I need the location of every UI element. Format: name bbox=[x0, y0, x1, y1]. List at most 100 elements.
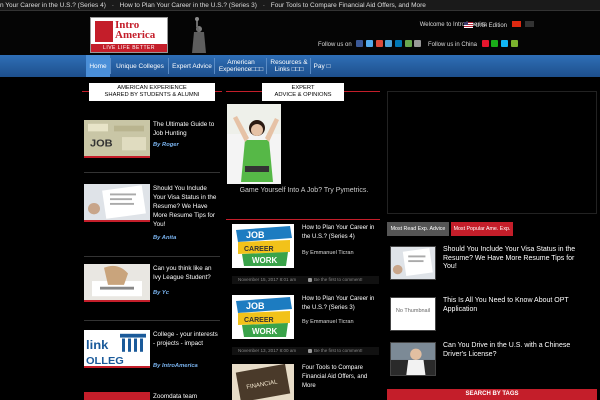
financial-aid-thumbnail: FINANCIAL bbox=[232, 364, 294, 400]
email-icon[interactable] bbox=[414, 40, 422, 47]
resume-thumbnail bbox=[390, 246, 436, 280]
svg-text:JOB: JOB bbox=[246, 230, 265, 240]
post-title[interactable]: The Ultimate Guide to Job Hunting bbox=[153, 120, 221, 138]
nav-american-experience[interactable]: American Experience□□□ bbox=[216, 55, 266, 77]
comment-icon bbox=[308, 349, 312, 353]
nav-divider bbox=[310, 58, 311, 74]
svg-text:CAREER: CAREER bbox=[244, 246, 274, 253]
wechat-icon[interactable] bbox=[491, 40, 499, 47]
post-title[interactable]: Should You Include Your Visa Status in t… bbox=[443, 246, 588, 272]
flag-separator-icon bbox=[525, 21, 534, 27]
post-author[interactable]: By IntroAmerica bbox=[153, 363, 198, 369]
comment-icon bbox=[308, 278, 312, 282]
statue-of-liberty-icon bbox=[192, 17, 206, 53]
list-item[interactable]: Can you think like an Ivy League Student… bbox=[84, 264, 220, 312]
post-thumbnail bbox=[84, 392, 150, 400]
college-thumbnail: link OLLEG bbox=[84, 330, 150, 368]
list-item[interactable]: Zoomdata team bbox=[84, 392, 220, 400]
nav-divider bbox=[214, 58, 215, 74]
douban-icon[interactable] bbox=[510, 40, 518, 47]
list-item[interactable]: JOB The Ultimate Guide to Job Hunting By… bbox=[84, 120, 220, 170]
tab-most-popular[interactable]: Most Popular Ame. Exp. bbox=[451, 222, 513, 236]
post-title[interactable]: This Is All You Need to Know About OPT A… bbox=[443, 297, 588, 314]
american-experience-heading: AMERICAN EXPERIENCE SHARED BY STUDENTS &… bbox=[89, 83, 215, 101]
post-author[interactable]: By Emmanuel Ticran bbox=[302, 319, 354, 325]
list-item[interactable]: JOB CAREER WORK How to Plan Your Career … bbox=[227, 220, 380, 284]
post-title[interactable]: College - your interests - projects - im… bbox=[153, 330, 221, 348]
us-edition-link[interactable]: U.S. Edition bbox=[464, 22, 507, 29]
logo-tagline: LIVE LIFE BETTER bbox=[91, 44, 167, 52]
video-player[interactable] bbox=[387, 91, 597, 214]
follow-us-label: Follow us on bbox=[318, 42, 352, 48]
china-flag-icon[interactable] bbox=[512, 21, 521, 27]
nav-pay[interactable]: Pay □ bbox=[312, 55, 332, 77]
ticker-separator: - bbox=[111, 2, 114, 9]
featured-caption[interactable]: Game Yourself Into A Job? Try Pymetrics. bbox=[232, 185, 376, 196]
nav-resources-links[interactable]: Resources & Links □□□ bbox=[268, 55, 310, 77]
job-career-work-thumbnail: JOB CAREER WORK bbox=[232, 295, 294, 339]
student-thumbnail bbox=[84, 264, 150, 302]
post-title[interactable]: Should You Include Your Visa Status in t… bbox=[153, 184, 221, 229]
site-header: Intro America LIVE LIFE BETTER Welcome t… bbox=[0, 11, 600, 55]
nav-divider bbox=[110, 58, 111, 74]
driving-thumbnail bbox=[390, 342, 436, 376]
svg-text:link: link bbox=[86, 338, 109, 352]
facebook-icon[interactable] bbox=[356, 40, 364, 47]
post-author[interactable]: By Roger bbox=[153, 142, 179, 148]
svg-text:JOB: JOB bbox=[246, 301, 265, 311]
post-title[interactable]: How to Plan Your Career in the U.S.? (Se… bbox=[302, 224, 380, 242]
featured-image bbox=[227, 104, 281, 184]
list-item[interactable]: Should You Include Your Visa Status in t… bbox=[84, 184, 220, 244]
post-author[interactable]: By Anita bbox=[153, 235, 176, 241]
expert-advice-heading: EXPERT ADVICE & OPINIONS bbox=[262, 83, 344, 101]
divider bbox=[84, 172, 220, 173]
heading-line: SHARED BY STUDENTS & ALUMNI bbox=[104, 92, 200, 98]
heading-line: EXPERT bbox=[291, 85, 315, 91]
nav-home[interactable]: Home bbox=[86, 55, 110, 77]
main-nav: Home Unique Colleges Expert Advice Ameri… bbox=[0, 55, 600, 77]
tab-most-read[interactable]: Most Read Exp. Advice bbox=[387, 222, 449, 236]
divider bbox=[84, 256, 220, 257]
ticker-item[interactable]: n Your Career in the U.S.? (Series 4) bbox=[0, 2, 106, 9]
post-title[interactable]: How to Plan Your Career in the U.S.? (Se… bbox=[302, 295, 380, 313]
china-social-follow: Follow us in China bbox=[428, 40, 518, 48]
list-item[interactable]: JOB CAREER WORK How to Plan Your Career … bbox=[227, 291, 380, 355]
ticker-item[interactable]: Four Tools to Compare Financial Aid Offe… bbox=[271, 2, 426, 9]
post-title[interactable]: Can You Drive in the U.S. with a Chinese… bbox=[443, 342, 588, 359]
rss-icon[interactable] bbox=[385, 40, 393, 47]
heading-line: ADVICE & OPINIONS bbox=[274, 92, 332, 98]
post-meta: November 13, 2017 8:00 am Be the first t… bbox=[232, 347, 379, 355]
svg-text:CAREER: CAREER bbox=[244, 317, 274, 324]
linkedin-icon[interactable] bbox=[395, 40, 403, 47]
vimeo-icon[interactable] bbox=[404, 40, 412, 47]
edition-label: U.S. Edition bbox=[475, 23, 507, 29]
post-author[interactable]: By Emmanuel Ticran bbox=[302, 250, 354, 256]
nav-divider bbox=[168, 58, 169, 74]
post-date: November 13, 2017 8:00 am bbox=[238, 348, 297, 353]
weibo-icon[interactable] bbox=[481, 40, 489, 47]
comment-link[interactable]: Be the first to comment! bbox=[314, 276, 363, 284]
nav-divider bbox=[266, 58, 267, 74]
follow-china-label: Follow us in China bbox=[428, 42, 478, 48]
post-author[interactable]: By Yc bbox=[153, 290, 169, 296]
list-item[interactable]: link OLLEG College - your interests - pr… bbox=[84, 330, 220, 372]
google-plus-icon[interactable] bbox=[375, 40, 383, 47]
logo-word-america: America bbox=[115, 29, 156, 41]
job-hunting-thumbnail: JOB bbox=[84, 120, 150, 158]
no-thumbnail-placeholder: No Thumbnail bbox=[390, 297, 436, 331]
post-title[interactable]: Can you think like an Ivy League Student… bbox=[153, 264, 221, 282]
ticker-item[interactable]: How to Plan Your Career in the U.S.? (Se… bbox=[120, 2, 257, 9]
nav-expert-advice[interactable]: Expert Advice bbox=[170, 55, 214, 77]
svg-text:OLLEG: OLLEG bbox=[86, 355, 124, 367]
nav-unique-colleges[interactable]: Unique Colleges bbox=[112, 55, 168, 77]
site-logo[interactable]: Intro America LIVE LIFE BETTER bbox=[90, 17, 168, 53]
post-title[interactable]: Four Tools to Compare Financial Aid Offe… bbox=[302, 364, 380, 391]
divider bbox=[84, 320, 220, 321]
qq-icon[interactable] bbox=[501, 40, 509, 47]
social-follow: Follow us on bbox=[318, 40, 422, 48]
popular-tabs: Most Read Exp. Advice Most Popular Ame. … bbox=[387, 222, 597, 236]
twitter-icon[interactable] bbox=[366, 40, 374, 47]
post-title[interactable]: Zoomdata team bbox=[153, 392, 221, 400]
list-item[interactable]: FINANCIAL Four Tools to Compare Financia… bbox=[227, 360, 379, 400]
comment-link[interactable]: Be the first to comment! bbox=[314, 347, 363, 355]
